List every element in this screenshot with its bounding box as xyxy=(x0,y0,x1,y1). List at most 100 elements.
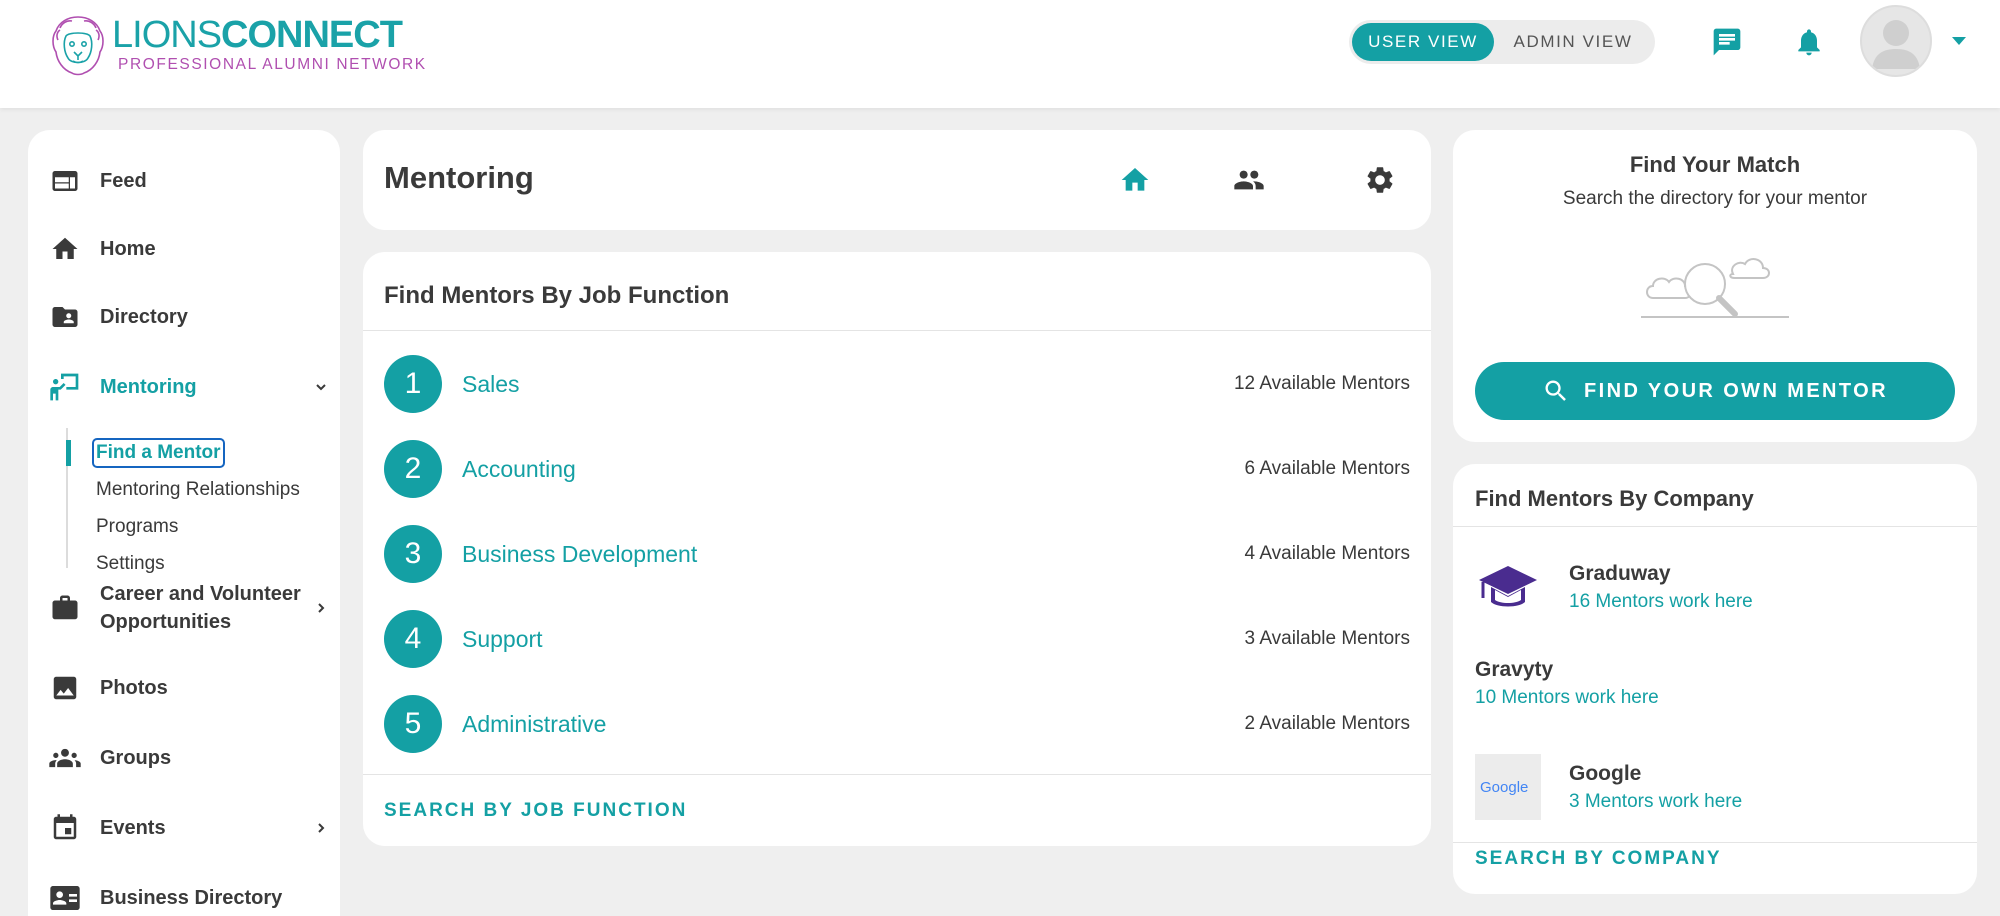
divider xyxy=(1453,842,1977,843)
sidebar-item-label: Events xyxy=(100,817,166,839)
graduation-cap-icon xyxy=(1475,554,1541,620)
job-function-row[interactable]: 1 Sales 12 Available Mentors xyxy=(384,355,1410,413)
company-name: Gravyty xyxy=(1475,658,1554,681)
google-logo: Google xyxy=(1475,754,1541,820)
sidebar-item-label: Home xyxy=(100,238,156,260)
company-item[interactable]: Google Google 3 Mentors work here xyxy=(1475,754,1955,820)
groups-icon xyxy=(48,741,82,775)
job-number-badge: 1 xyxy=(384,355,442,413)
divider xyxy=(1453,526,1977,527)
brand-name-part1: LIONS xyxy=(112,14,222,56)
mentor-count: 6 Available Mentors xyxy=(1244,458,1410,479)
sidebar-item-events[interactable]: Events xyxy=(48,811,328,845)
events-icon xyxy=(48,811,82,845)
company-card: Find Mentors By Company Graduway 16 Ment… xyxy=(1453,464,1977,894)
brand-logo[interactable]: LIONSCONNECT PROFESSIONAL ALUMNI NETWORK xyxy=(50,14,427,76)
sidebar-item-label: Groups xyxy=(100,747,172,769)
sidebar-item-groups[interactable]: Groups xyxy=(48,741,328,775)
google-logo-text: Google xyxy=(1480,779,1528,796)
job-number-badge: 2 xyxy=(384,440,442,498)
mentoring-header-card: Mentoring xyxy=(363,130,1431,230)
company-item[interactable]: Graduway 16 Mentors work here xyxy=(1475,554,1955,620)
sidebar-item-home[interactable]: Home xyxy=(48,232,328,266)
sidebar-item-label: Directory xyxy=(100,306,188,328)
lion-logo-icon xyxy=(52,16,104,76)
mentoring-subnav: Find a Mentor Mentoring Relationships Pr… xyxy=(66,428,326,574)
company-item[interactable]: Gravyty 10 Mentors work here xyxy=(1475,658,1955,718)
user-view-button[interactable]: USER VIEW xyxy=(1352,23,1494,61)
find-your-own-mentor-button[interactable]: FIND YOUR OWN MENTOR xyxy=(1475,362,1955,420)
sidebar-item-career-volunteer[interactable]: Career and Volunteer Opportunities xyxy=(48,580,328,636)
mentor-count: 3 Available Mentors xyxy=(1244,628,1410,649)
sidebar-item-label: Mentoring xyxy=(100,376,197,398)
home-icon[interactable] xyxy=(1117,162,1153,198)
company-mentor-count[interactable]: 3 Mentors work here xyxy=(1569,791,1742,813)
feed-icon xyxy=(48,164,82,198)
sidebar-item-label: Business Directory xyxy=(100,887,283,909)
view-toggle: USER VIEW ADMIN VIEW xyxy=(1349,20,1655,64)
job-function-name[interactable]: Administrative xyxy=(462,711,1245,738)
sidebar-item-mentoring[interactable]: Mentoring xyxy=(48,370,328,404)
job-function-row[interactable]: 5 Administrative 2 Available Mentors xyxy=(384,695,1410,753)
job-function-name[interactable]: Support xyxy=(462,626,1245,653)
admin-view-button[interactable]: ADMIN VIEW xyxy=(1494,23,1652,61)
photo-icon xyxy=(48,671,82,705)
briefcase-icon xyxy=(48,591,82,625)
chevron-right-icon[interactable] xyxy=(314,821,328,835)
sidebar-item-label: Photos xyxy=(100,677,168,699)
gear-icon[interactable] xyxy=(1362,162,1398,198)
company-mentor-count[interactable]: 10 Mentors work here xyxy=(1475,687,1659,709)
find-button-label: FIND YOUR OWN MENTOR xyxy=(1584,379,1888,402)
subnav-find-a-mentor[interactable]: Find a Mentor xyxy=(92,438,225,468)
job-function-row[interactable]: 2 Accounting 6 Available Mentors xyxy=(384,440,1410,498)
avatar[interactable] xyxy=(1860,5,1932,77)
find-match-subtitle: Search the directory for your mentor xyxy=(1562,188,1868,209)
job-number-badge: 4 xyxy=(384,610,442,668)
search-icon xyxy=(1545,380,1566,401)
search-by-job-function-link[interactable]: SEARCH BY JOB FUNCTION xyxy=(384,800,687,822)
active-marker xyxy=(66,440,71,466)
chevron-right-icon[interactable] xyxy=(314,601,328,615)
company-name: Google xyxy=(1569,762,1642,785)
people-icon[interactable] xyxy=(1231,162,1267,198)
mentor-count: 12 Available Mentors xyxy=(1233,373,1410,394)
sidebar-item-photos[interactable]: Photos xyxy=(48,671,328,705)
job-function-name[interactable]: Accounting xyxy=(462,456,1245,483)
caret-down-icon[interactable] xyxy=(1950,34,1968,48)
divider xyxy=(363,774,1431,775)
find-match-title: Find Your Match xyxy=(1629,152,1801,177)
mentor-count: 2 Available Mentors xyxy=(1244,713,1410,734)
sidebar-item-feed[interactable]: Feed xyxy=(48,164,328,198)
sidebar-item-directory[interactable]: Directory xyxy=(48,300,328,334)
find-match-card: Find Your Match Search the directory for… xyxy=(1453,130,1977,442)
job-number-badge: 3 xyxy=(384,525,442,583)
sidebar-item-label: Feed xyxy=(100,170,147,192)
top-bar: LIONSCONNECT PROFESSIONAL ALUMNI NETWORK… xyxy=(0,0,2000,108)
page-title: Mentoring xyxy=(384,160,534,195)
brand-name-part2: CONNECT xyxy=(221,14,403,56)
sidebar: Feed Home Directory Mentoring Find a Men… xyxy=(28,130,340,916)
job-function-card: Find Mentors By Job Function 1 Sales 12 … xyxy=(363,252,1431,846)
job-function-row[interactable]: 3 Business Development 4 Available Mento… xyxy=(384,525,1410,583)
chat-icon[interactable] xyxy=(1709,24,1745,60)
subnav-settings[interactable]: Settings xyxy=(96,551,165,577)
subnav-programs[interactable]: Programs xyxy=(96,514,178,540)
bell-icon[interactable] xyxy=(1791,24,1827,60)
company-mentor-count[interactable]: 16 Mentors work here xyxy=(1569,591,1753,613)
job-function-row[interactable]: 4 Support 3 Available Mentors xyxy=(384,610,1410,668)
search-clouds-illustration xyxy=(1641,258,1789,318)
chevron-down-icon[interactable] xyxy=(314,380,328,394)
subnav-mentoring-relationships[interactable]: Mentoring Relationships xyxy=(96,477,300,503)
mentor-count: 4 Available Mentors xyxy=(1244,543,1410,564)
directory-icon xyxy=(48,300,82,334)
sidebar-item-business-directory[interactable]: Business Directory xyxy=(48,881,328,915)
user-silhouette-icon xyxy=(1872,20,1920,69)
brand-tagline: PROFESSIONAL ALUMNI NETWORK xyxy=(118,56,427,73)
job-number-badge: 5 xyxy=(384,695,442,753)
job-function-name[interactable]: Sales xyxy=(462,371,1234,398)
search-by-company-link[interactable]: SEARCH BY COMPANY xyxy=(1475,848,1722,870)
company-card-title: Find Mentors By Company xyxy=(1475,486,1754,511)
job-function-name[interactable]: Business Development xyxy=(462,541,1245,568)
job-function-title: Find Mentors By Job Function xyxy=(384,282,730,309)
sidebar-item-label: Career and Volunteer Opportunities xyxy=(100,583,301,633)
